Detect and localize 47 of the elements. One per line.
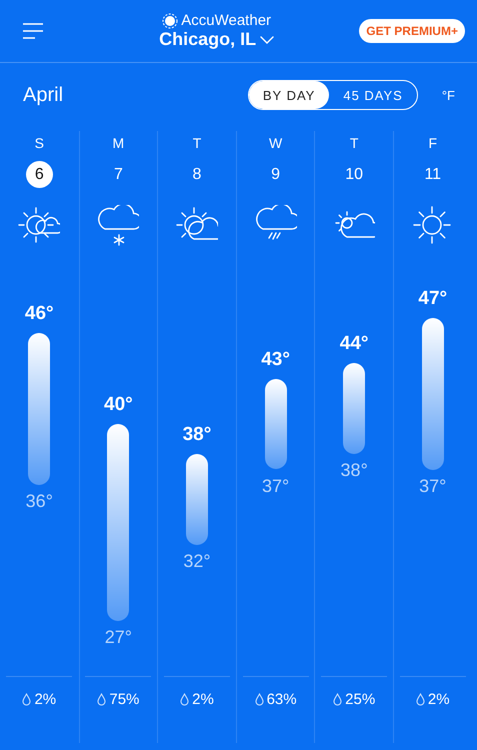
high-temperature: 44° [338,333,370,356]
droplet-icon [97,693,106,706]
precipitation-chance: 25% [345,691,376,708]
location-name[interactable]: Chicago, IL [159,29,256,50]
low-temperature: 36° [24,490,54,512]
droplet-icon [180,693,190,706]
precipitation-chance: 2% [192,691,214,708]
precipitation-chance: 63% [266,691,297,708]
high-temperature: 38° [182,424,212,446]
view-tab[interactable]: BY DAY [248,81,330,109]
high-temperature: 46° [24,303,55,326]
precipitation-chance: 2% [428,691,450,708]
sun-logo-icon [162,12,178,28]
weekday-label: T [350,135,358,153]
month-label: April [23,84,64,106]
weekday-label: F [428,135,438,153]
chevron-down-icon[interactable] [260,36,274,44]
low-temperature: 37° [260,476,290,496]
low-temperature: 37° [418,476,448,496]
low-temperature: 38° [340,460,369,482]
low-temperature: 32° [182,551,212,572]
date-label[interactable]: 10 [340,161,368,188]
droplet-icon [333,693,342,706]
date-label[interactable]: 7 [104,161,132,188]
date-label[interactable]: 11 [419,161,446,188]
high-temperature: 47° [417,288,448,310]
droplet-icon [416,693,425,706]
brand-name: AccuWeather [181,12,272,29]
menu-icon[interactable] [22,23,44,39]
date-label[interactable]: 6 [26,161,53,188]
droplet-icon [22,693,32,706]
unit-label[interactable]: °F [442,88,455,102]
date-label[interactable]: 9 [262,161,290,188]
date-label[interactable]: 8 [183,161,210,188]
high-temperature: 40° [103,394,134,416]
low-temperature: 27° [104,627,133,648]
precipitation-chance: 75% [109,691,140,708]
premium-button[interactable]: GET PREMIUM+ [359,19,465,43]
high-temperature: 43° [260,348,291,371]
droplet-icon [254,693,264,706]
weekday-label: S [34,135,44,153]
weather-icon [97,205,140,247]
weekday-label: T [192,135,202,153]
weekday-label: M [112,135,124,153]
view-tab[interactable]: 45 DAYS [329,81,417,109]
precipitation-chance: 2% [34,691,56,708]
weekday-label: W [268,135,282,153]
